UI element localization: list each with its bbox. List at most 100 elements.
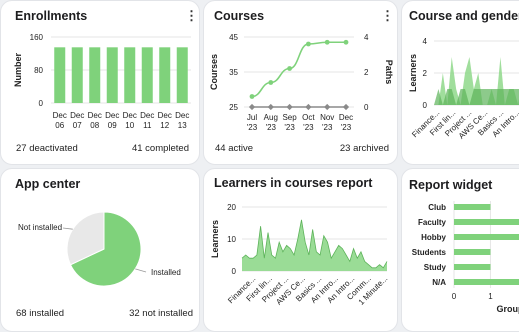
x-tick-label: 13 <box>178 121 187 130</box>
x-tick-label: Dec <box>88 111 102 120</box>
x-tick-label: 0 <box>452 292 457 301</box>
x-tick-label: Dec <box>339 113 353 122</box>
x-tick-label: Nov <box>320 113 334 122</box>
x-tick-label: Jul <box>247 113 257 122</box>
y-tick-label: 0 <box>232 267 237 276</box>
bar <box>454 279 519 285</box>
bar <box>71 47 83 103</box>
data-point <box>268 80 274 85</box>
bar <box>89 47 101 103</box>
bar <box>454 204 491 210</box>
pie-label-not-installed: Not installed <box>18 223 62 232</box>
x-tick-label: 10 <box>125 121 134 130</box>
bar <box>141 47 153 103</box>
x-tick-label: '23 <box>247 123 258 132</box>
y-tick-label: 10 <box>227 235 236 244</box>
x-tick-label: 11 <box>143 121 152 130</box>
x-tick-label: Dec <box>105 111 119 120</box>
data-point <box>324 39 330 45</box>
x-tick-label: Dec <box>158 111 172 120</box>
enrollments-card: Enrollments ⋮ 160 80 0 Number Dec 06 Dec 07 Dec 0… <box>0 0 200 165</box>
x-tick-label: Dec <box>123 111 137 120</box>
x-tick-label: 12 <box>160 121 169 130</box>
y2-tick-label: 0 <box>364 103 369 112</box>
x-tick-label: 07 <box>73 121 82 130</box>
pie-label-installed: Installed <box>151 268 181 277</box>
data-point <box>306 41 311 47</box>
courses-card: Courses ⋮ 45 35 25 4 2 0 Courses Paths Jul '23 Aug… <box>203 0 398 165</box>
bar <box>159 47 171 103</box>
y-tick-label: Hobby <box>421 233 446 242</box>
data-point <box>342 103 350 111</box>
x-tick-label: '23 <box>303 123 314 132</box>
learners-report-chart: 20100LearnersFinance...First lin...Proje… <box>210 203 389 307</box>
x-tick-label: Dec <box>175 111 189 120</box>
x-tick-label: Dec <box>140 111 154 120</box>
enrollments-completed: 41 completed <box>131 143 189 154</box>
bar <box>454 234 519 240</box>
y2-axis-label: Paths <box>384 60 394 85</box>
x-tick-label: '23 <box>341 123 352 132</box>
y-tick-label: 45 <box>229 33 238 42</box>
data-point <box>305 103 312 111</box>
bar <box>176 47 188 103</box>
y-tick-label: 25 <box>229 103 238 112</box>
y-tick-label: Faculty <box>418 218 447 227</box>
app-center-not-installed: 32 not installed <box>129 308 193 319</box>
y-tick-label: Study <box>424 263 447 272</box>
x-tick-label: Dec <box>53 111 67 120</box>
courses-chart: 453525420Courses PathsJul'23Aug'23Sep'23O… <box>209 33 394 132</box>
series-area <box>242 219 387 271</box>
x-axis-label: Group <box>497 304 519 314</box>
report-widget-chart: 012ClubFacultyHobbyStudentsStudyN/AGroup <box>412 201 519 314</box>
y-axis-label: Number <box>13 53 23 88</box>
y-axis-label: Courses <box>209 54 219 90</box>
bar <box>106 47 118 103</box>
enrollments-deactivated: 27 deactivated <box>16 143 78 154</box>
course-gender-card: Course and gender 4 2 0 Learners Finance... F… <box>401 0 519 165</box>
data-point <box>324 103 331 111</box>
x-tick-label: Dec <box>70 111 84 120</box>
bar <box>454 219 519 225</box>
x-tick-label: 1 <box>488 292 493 301</box>
bar <box>54 47 66 103</box>
courses-archived: 23 archived <box>339 143 389 154</box>
y-axis-label: Learners <box>210 220 220 258</box>
bar <box>124 47 136 103</box>
app-center-card: App center Installed Not installed 68 ins… <box>0 168 200 332</box>
y-tick-label: 0 <box>39 99 44 108</box>
y-axis-label: Learners <box>408 54 418 92</box>
learners-report-card: Learners in courses report 20 10 0 Learners… <box>203 168 398 332</box>
x-tick-label: 08 <box>90 121 99 130</box>
y-tick-label: 160 <box>30 33 44 42</box>
y-tick-label: Students <box>412 248 447 257</box>
leader-line <box>135 268 147 273</box>
data-point <box>343 39 349 45</box>
x-tick-label: 09 <box>108 121 117 130</box>
report-widget-card: Report widget 012ClubFacultyHobbyStudent… <box>401 168 519 332</box>
y-tick-label: Club <box>428 203 446 212</box>
data-point <box>286 103 293 111</box>
app-center-installed: 68 installed <box>16 308 65 319</box>
data-point <box>267 103 274 111</box>
x-tick-label: Sep <box>282 113 297 122</box>
data-point <box>249 94 255 99</box>
x-tick-label: Aug <box>264 113 278 122</box>
bar <box>454 264 491 270</box>
x-tick-label: '23 <box>266 123 277 132</box>
data-point <box>287 66 292 71</box>
y-tick-label: 2 <box>423 69 428 78</box>
bar <box>454 249 491 255</box>
enrollments-chart: 160800NumberDec06Dec07Dec08Dec09Dec10Dec… <box>13 33 191 130</box>
y-tick-label: 4 <box>423 37 428 46</box>
x-tick-label: '23 <box>322 123 333 132</box>
data-point <box>248 103 256 111</box>
y2-tick-label: 4 <box>364 33 369 42</box>
y-tick-label: N/A <box>432 278 446 287</box>
course-gender-chart: 420LearnersFinance...First lin...Project… <box>408 37 519 141</box>
x-tick-label: '23 <box>284 123 295 132</box>
courses-active: 44 active <box>215 143 254 154</box>
leader-line <box>62 227 73 230</box>
y-tick-label: 0 <box>423 101 428 110</box>
series-area <box>434 89 519 105</box>
